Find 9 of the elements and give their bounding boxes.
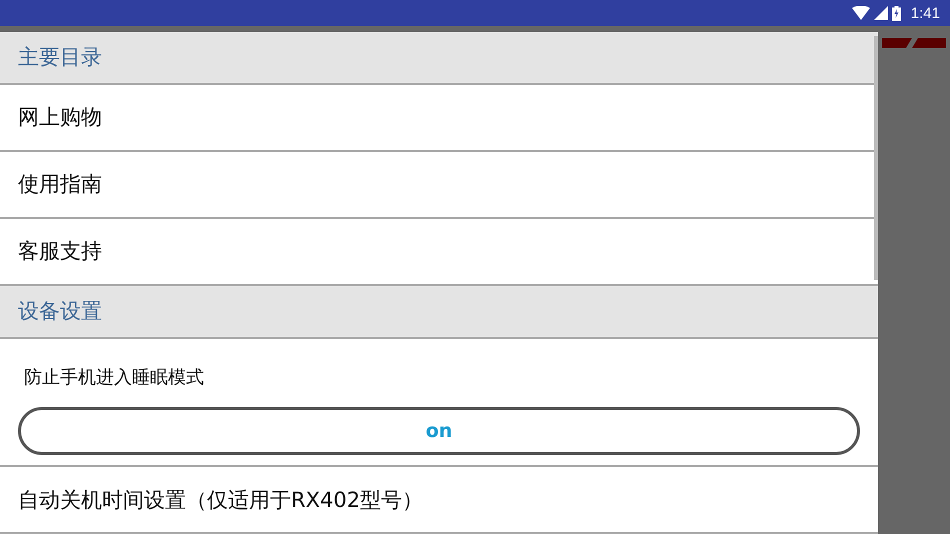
section-header: 设备设置: [0, 286, 878, 339]
status-time: 1:41: [910, 4, 940, 22]
setting-label: 防止手机进入睡眠模式: [23, 366, 205, 389]
menu-item[interactable]: 自动关机时间设置（仅适用于RX402型号）: [0, 467, 878, 534]
wifi-icon: [852, 6, 870, 20]
stripe-icon: [882, 38, 946, 48]
section-header: 主要目录: [0, 32, 878, 85]
signal-icon: [874, 6, 888, 20]
battery-icon: [892, 6, 901, 20]
